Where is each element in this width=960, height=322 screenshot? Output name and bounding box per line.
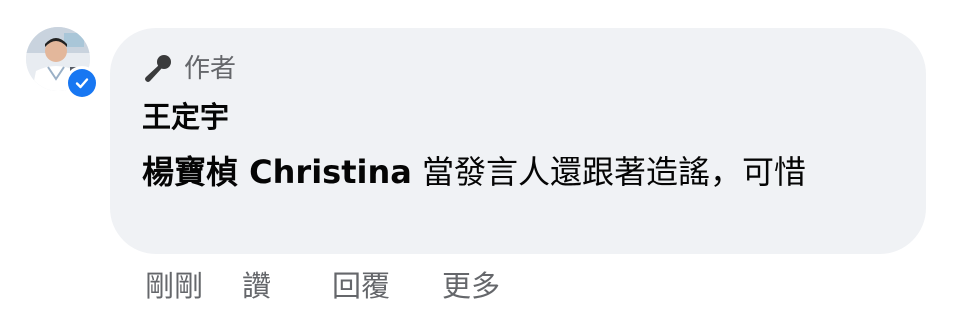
- microphone-icon: [142, 53, 174, 85]
- avatar-wrapper[interactable]: [26, 27, 99, 100]
- comment-text: 楊寶楨 Christina 當發言人還跟著造謠，可惜: [142, 152, 902, 192]
- verified-check-icon: [68, 69, 96, 97]
- like-button[interactable]: 讚: [242, 266, 332, 306]
- author-badge-label: 作者: [184, 54, 237, 84]
- timestamp[interactable]: 剛剛: [145, 266, 242, 306]
- comment-bubble: 作者 王定宇 楊寶楨 Christina 當發言人還跟著造謠，可惜: [110, 28, 926, 254]
- tagged-user-link[interactable]: 楊寶楨 Christina: [142, 153, 412, 191]
- comment-actions: 剛剛 讚 回覆 更多: [145, 266, 500, 306]
- author-name[interactable]: 王定宇: [142, 98, 229, 136]
- comment-item: 作者 王定宇 楊寶楨 Christina 當發言人還跟著造謠，可惜 剛剛 讚 回…: [0, 0, 960, 322]
- more-button[interactable]: 更多: [442, 266, 500, 306]
- reply-button[interactable]: 回覆: [332, 266, 442, 306]
- author-badge: 作者: [142, 52, 236, 86]
- comment-body: 當發言人還跟著造謠，可惜: [411, 153, 807, 191]
- verified-badge: [65, 66, 99, 100]
